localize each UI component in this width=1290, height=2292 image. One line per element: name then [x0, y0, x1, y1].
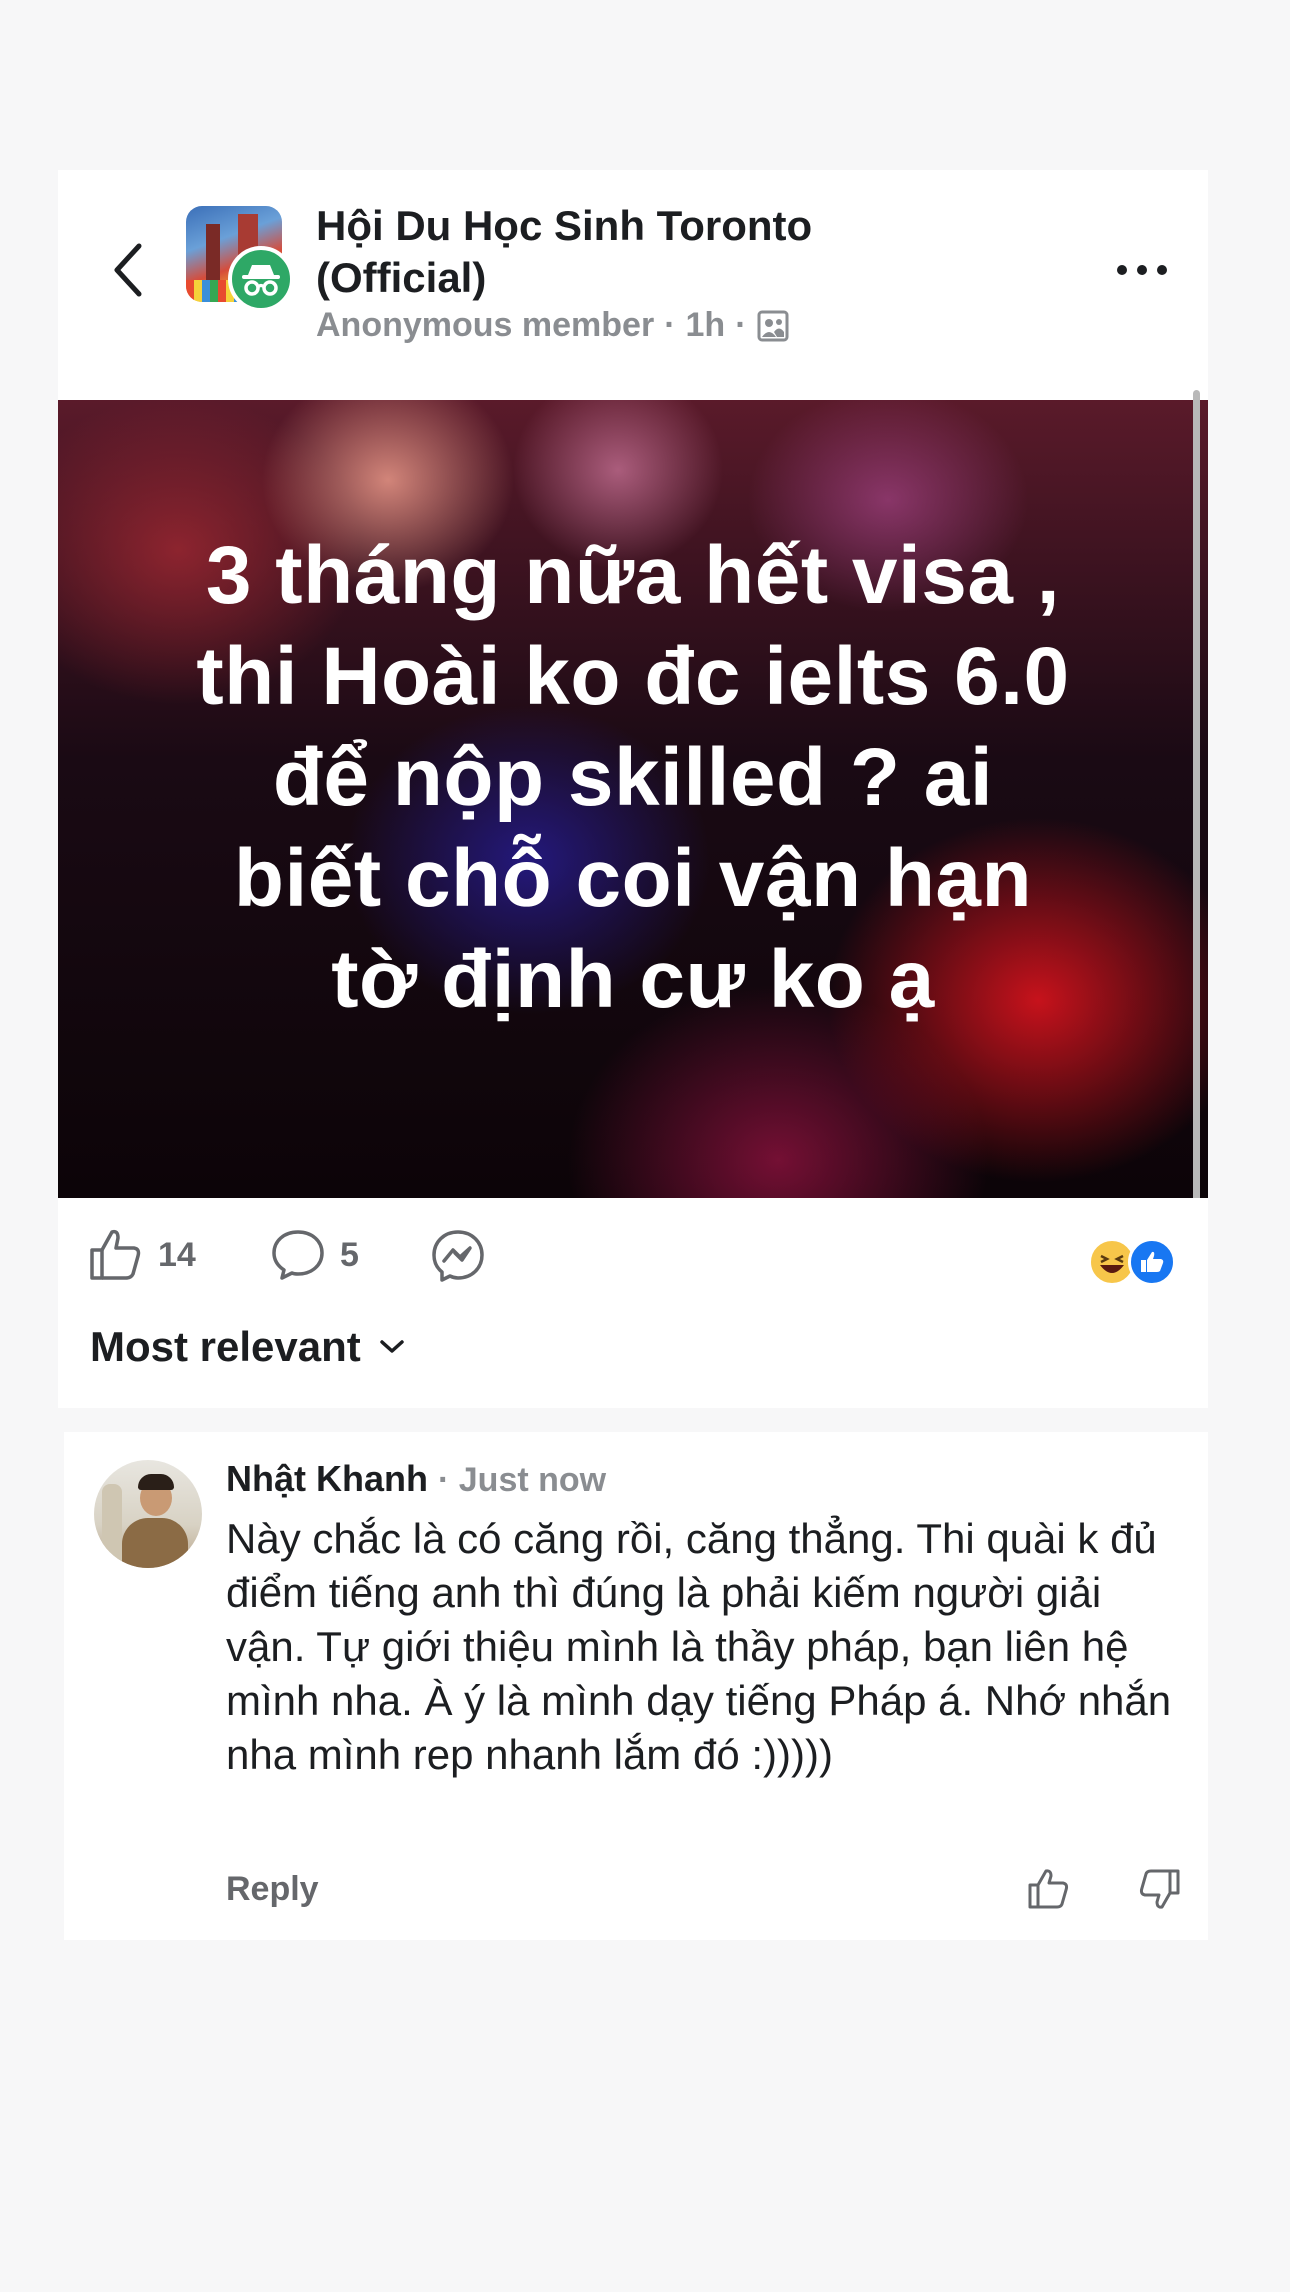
comment-text: Này chắc là có căng rồi, căng thẳng. Thi… — [226, 1515, 1172, 1778]
messenger-icon — [432, 1230, 484, 1282]
post-time[interactable]: 1h — [686, 306, 726, 345]
comment-count: 5 — [340, 1235, 359, 1274]
back-button[interactable] — [98, 230, 158, 310]
thumbs-down-icon — [1139, 1869, 1180, 1909]
comment-button[interactable]: 5 — [270, 1228, 359, 1282]
messenger-share-button[interactable] — [430, 1228, 486, 1284]
post-header: Hội Du Học Sinh Toronto (Official) Anony… — [58, 170, 1208, 400]
chevron-down-icon — [380, 1340, 404, 1353]
chevron-left-icon — [114, 243, 142, 297]
meta-separator: · — [664, 306, 676, 344]
more-options-button[interactable] — [1112, 240, 1172, 300]
more-icon — [1117, 265, 1167, 275]
post-text-background-image[interactable]: 3 tháng nữa hết visa , thi Hoài ko đc ie… — [58, 400, 1208, 1198]
comment-sort-dropdown[interactable]: Most relevant — [90, 1323, 405, 1371]
comment-header: Nhật Khanh · Just now — [226, 1458, 606, 1500]
commenter-name[interactable]: Nhật Khanh — [226, 1458, 428, 1500]
comment-time: · Just now — [438, 1461, 607, 1499]
like-button[interactable]: 14 — [88, 1228, 196, 1282]
post-actions-bar: 14 5 Most relevant — [58, 1198, 1208, 1408]
like-count: 14 — [158, 1235, 196, 1274]
reply-button[interactable]: Reply — [226, 1870, 319, 1909]
sort-label: Most relevant — [90, 1323, 361, 1370]
comment-bubble-icon — [272, 1230, 324, 1280]
group-name[interactable]: Hội Du Học Sinh Toronto (Official) — [316, 200, 936, 304]
meta-separator: · — [735, 306, 747, 344]
anonymous-badge — [228, 246, 294, 312]
post-meta: Anonymous member · 1h · — [316, 306, 789, 345]
post-card: Hội Du Học Sinh Toronto (Official) Anony… — [58, 170, 1208, 400]
downvote-button[interactable] — [1134, 1864, 1184, 1914]
upvote-button[interactable] — [1024, 1864, 1074, 1914]
commenter-avatar[interactable] — [94, 1460, 202, 1568]
incognito-icon — [242, 265, 280, 296]
comment-item: Nhật Khanh · Just now Này chắc là có căn… — [64, 1432, 1208, 1940]
reactions-summary[interactable] — [1088, 1238, 1178, 1288]
like-reaction-icon — [1128, 1238, 1176, 1286]
group-members-icon — [757, 310, 789, 341]
thumbs-up-icon — [90, 1229, 141, 1280]
post-text: 3 tháng nữa hết visa , thi Hoài ko đc ie… — [196, 530, 1070, 1025]
thumbs-up-icon — [1028, 1869, 1069, 1909]
author-name[interactable]: Anonymous member — [316, 306, 654, 345]
